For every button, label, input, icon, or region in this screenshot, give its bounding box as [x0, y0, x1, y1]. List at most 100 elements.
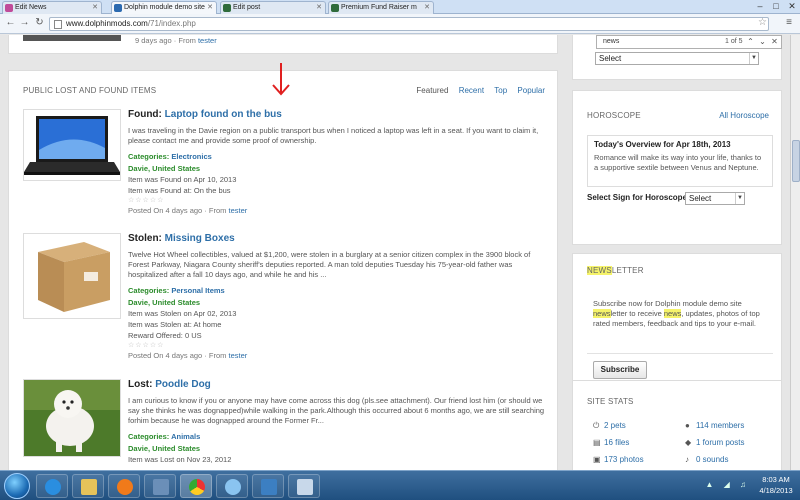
newsletter-text: Subscribe now for Dolphin module demo si… [593, 299, 760, 328]
system-tray-icons[interactable]: ▲ ◢ ♫ [705, 480, 750, 489]
item-title-link[interactable]: Laptop found on the bus [165, 109, 282, 120]
user-link[interactable]: tester [228, 351, 247, 360]
user-icon: ● [685, 421, 690, 430]
item-detail-line: Item was Found on Apr 10, 2013 [128, 175, 237, 184]
close-tab-icon[interactable]: ✕ [316, 3, 322, 11]
maximize-icon[interactable]: □ [768, 0, 784, 14]
bookmark-star-icon[interactable]: ☆ [758, 17, 767, 28]
item-detail-line: Item was Stolen on Apr 02, 2013 [128, 309, 237, 318]
tab-favicon-icon [114, 4, 122, 12]
browser-tab-bar: Edit News ✕ Dolphin module demo site ✕ E… [0, 0, 800, 14]
close-tab-icon[interactable]: ✕ [424, 3, 430, 11]
tab-recent[interactable]: Recent [459, 86, 484, 95]
find-close-icon[interactable]: ✕ [769, 36, 780, 48]
media-icon [117, 479, 133, 495]
menu-wrench-icon[interactable]: ≡ [786, 17, 792, 28]
item-title-link[interactable]: Missing Boxes [165, 233, 235, 244]
taskbar-app-2[interactable] [216, 474, 248, 498]
ie-icon [45, 479, 61, 495]
find-input[interactable]: news [603, 36, 619, 48]
close-tab-icon[interactable]: ✕ [207, 3, 213, 11]
tab-edit-post[interactable]: Edit post ✕ [220, 1, 326, 14]
item-description: I am curious to know if you or anyone ma… [128, 396, 545, 425]
snippet-thumbnail [23, 35, 121, 41]
stat-sounds[interactable]: ♪ 0 sounds [685, 455, 728, 464]
stat-forum-posts[interactable]: ◆ 1 forum posts [685, 438, 744, 447]
taskbar-explorer[interactable] [72, 474, 104, 498]
url-host: www.dolphinmods.com [66, 19, 148, 28]
category-link[interactable]: Electronics [171, 152, 211, 161]
stat-pets[interactable]: ⏻ 2 pets [593, 421, 626, 431]
item-photo-laptop[interactable] [23, 109, 121, 181]
power-icon: ⏻ [593, 421, 600, 430]
subscribe-button[interactable]: Subscribe [593, 361, 647, 379]
tab-edit-news[interactable]: Edit News ✕ [2, 1, 102, 14]
item-categories: Categories: Personal Items [128, 286, 225, 295]
item-description: I was traveling in the Davie region on a… [128, 126, 539, 145]
stat-files[interactable]: ▤ 16 files [593, 438, 629, 447]
user-link[interactable]: tester [228, 206, 247, 215]
category-link[interactable]: Personal Items [171, 286, 224, 295]
tab-popular[interactable]: Popular [517, 86, 545, 95]
sign-select[interactable]: Select ▼ [685, 192, 745, 205]
tab-favicon-icon [331, 4, 339, 12]
item-photo-box[interactable] [23, 233, 121, 319]
os-taskbar: ▲ ◢ ♫ 8:03 AM 4/18/2013 [0, 470, 800, 500]
sidebar-select[interactable]: Select ▼ [595, 52, 759, 65]
item-categories: Categories: Electronics [128, 152, 212, 161]
overview-title: Today's Overview for Apr 18th, 2013 [594, 140, 731, 149]
user-link[interactable]: tester [198, 36, 217, 45]
back-icon[interactable]: ← [4, 17, 17, 30]
tab-top[interactable]: Top [494, 86, 507, 95]
item-posted: Posted On 4 days ago · From tester [128, 351, 248, 360]
close-tab-icon[interactable]: ✕ [92, 3, 98, 11]
taskbar-media[interactable] [108, 474, 140, 498]
reload-icon[interactable]: ↻ [33, 17, 46, 30]
app-icon [153, 479, 169, 495]
panel-title: SITE STATS [587, 397, 634, 406]
stat-photos[interactable]: ▣ 173 photos [593, 455, 644, 464]
close-window-icon[interactable]: ✕ [784, 0, 800, 14]
all-horoscope-link[interactable]: All Horoscope [719, 111, 769, 120]
address-bar[interactable]: www.dolphinmods.com/71/index.php [49, 17, 769, 31]
scrollbar-thumb[interactable] [792, 140, 800, 182]
file-icon: ▤ [593, 438, 601, 447]
chevron-down-icon: ▼ [735, 193, 744, 204]
forward-icon[interactable]: → [18, 17, 31, 30]
find-down-icon[interactable]: ⌄ [757, 36, 768, 48]
lost-found-tabs: Featured Recent Top Popular [408, 86, 545, 95]
clock-date: 4/18/2013 [759, 486, 793, 495]
item-photo-dog[interactable] [23, 379, 121, 457]
window-controls: – □ ✕ [752, 0, 800, 14]
stat-members[interactable]: ● 114 members [685, 421, 744, 430]
system-clock[interactable]: 8:03 AM 4/18/2013 [756, 474, 796, 496]
find-up-icon[interactable]: ⌃ [745, 36, 756, 48]
clock-time: 8:03 AM [762, 475, 790, 484]
item-posted: Posted On 4 days ago · From tester [128, 206, 248, 215]
tab-dolphin-module[interactable]: Dolphin module demo site ✕ [111, 1, 217, 14]
rating-stars[interactable]: ☆☆☆☆☆ [128, 341, 548, 349]
panel-title: PUBLIC LOST AND FOUND ITEMS [23, 86, 157, 95]
page-scrollbar[interactable] [790, 35, 800, 470]
item-location: Davie, United States [128, 444, 201, 453]
item-location: Davie, United States [128, 164, 201, 173]
taskbar-chrome[interactable] [180, 474, 212, 498]
category-link[interactable]: Animals [171, 432, 200, 441]
minimize-icon[interactable]: – [752, 0, 768, 14]
item-title-link[interactable]: Poodle Dog [155, 379, 211, 390]
url-path: /71/index.php [147, 19, 196, 28]
taskbar-app-3[interactable] [252, 474, 284, 498]
start-button[interactable] [4, 473, 30, 499]
rating-stars[interactable]: ☆☆☆☆☆ [128, 196, 548, 204]
chat-icon: ◆ [685, 438, 692, 447]
item-heading: Stolen: Missing Boxes [128, 233, 235, 244]
laptop-image [24, 110, 120, 180]
paint-icon [297, 479, 313, 495]
tab-featured[interactable]: Featured [416, 86, 448, 95]
taskbar-ie[interactable] [36, 474, 68, 498]
find-bar: news 1 of 5 ⌃ ⌄ ✕ [596, 35, 782, 49]
taskbar-app[interactable] [144, 474, 176, 498]
tab-premium-fund-raiser[interactable]: Premium Fund Raiser m ✕ [328, 1, 434, 14]
taskbar-paint[interactable] [288, 474, 320, 498]
app-icon [261, 479, 277, 495]
